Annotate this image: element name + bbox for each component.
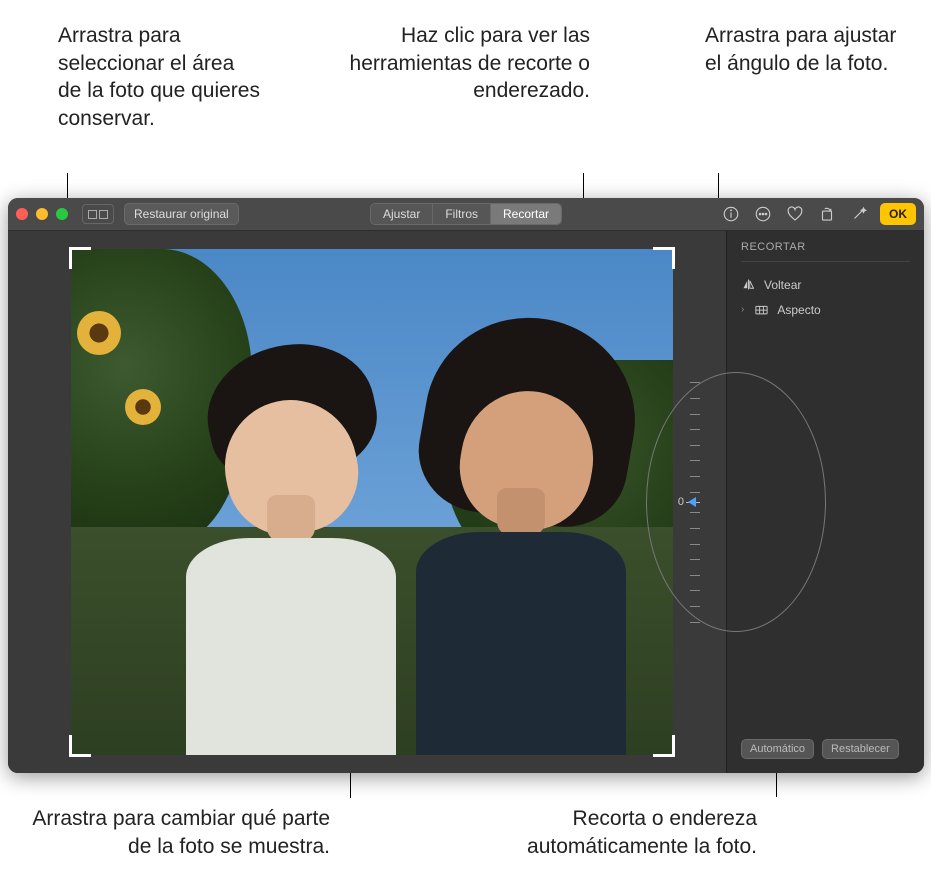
straighten-dial[interactable]: 0 (662, 372, 718, 632)
tab-filters[interactable]: Filtros (433, 204, 491, 224)
crop-handle-bottom-right[interactable] (653, 735, 675, 757)
window-controls (16, 208, 68, 220)
tab-adjust[interactable]: Ajustar (371, 204, 433, 224)
favorite-heart-icon[interactable] (784, 203, 806, 225)
crop-handle-bottom-left[interactable] (69, 735, 91, 757)
info-icon[interactable] (720, 203, 742, 225)
auto-crop-button[interactable]: Automático (741, 739, 814, 759)
close-window-button[interactable] (16, 208, 28, 220)
aspect-row[interactable]: › Aspecto (741, 297, 910, 322)
zoom-window-button[interactable] (56, 208, 68, 220)
reset-crop-button[interactable]: Restablecer (822, 739, 899, 759)
angle-value-label: 0 (678, 496, 684, 508)
rotate-icon[interactable] (816, 203, 838, 225)
flip-label: Voltear (764, 278, 801, 292)
crop-frame[interactable] (71, 249, 673, 755)
minimize-window-button[interactable] (36, 208, 48, 220)
photos-edit-window: Restaurar original Ajustar Filtros Recor… (8, 198, 924, 773)
tab-crop[interactable]: Recortar (491, 204, 561, 224)
edit-mode-tabs: Ajustar Filtros Recortar (370, 203, 562, 225)
aspect-icon (754, 302, 769, 317)
panel-title: RECORTAR (741, 241, 910, 262)
done-button[interactable]: OK (880, 203, 916, 225)
callout-auto-crop: Recorta o endereza automáticamente la fo… (437, 805, 757, 860)
view-mode-toggle[interactable] (82, 204, 114, 224)
callout-angle-dial: Arrastra para ajustar el ángulo de la fo… (705, 22, 900, 77)
more-icon[interactable] (752, 203, 774, 225)
restore-original-button[interactable]: Restaurar original (124, 203, 239, 225)
titlebar: Restaurar original Ajustar Filtros Recor… (8, 198, 924, 231)
callout-crop-tab: Haz clic para ver las herramientas de re… (310, 22, 590, 105)
angle-pointer-icon (688, 497, 696, 507)
callout-crop-handles: Arrastra para seleccionar el área de la … (58, 22, 263, 133)
crop-handle-top-right[interactable] (653, 247, 675, 269)
callout-drag-photo: Arrastra para cambiar qué parte de la fo… (10, 805, 330, 860)
flip-icon (741, 277, 756, 292)
photo-preview[interactable] (71, 249, 673, 755)
auto-enhance-icon[interactable] (848, 203, 870, 225)
flip-row[interactable]: Voltear (741, 272, 910, 297)
chevron-right-icon: › (741, 304, 744, 315)
canvas-area: 0 (8, 231, 726, 773)
aspect-label: Aspecto (777, 303, 820, 317)
crop-handle-top-left[interactable] (69, 247, 91, 269)
